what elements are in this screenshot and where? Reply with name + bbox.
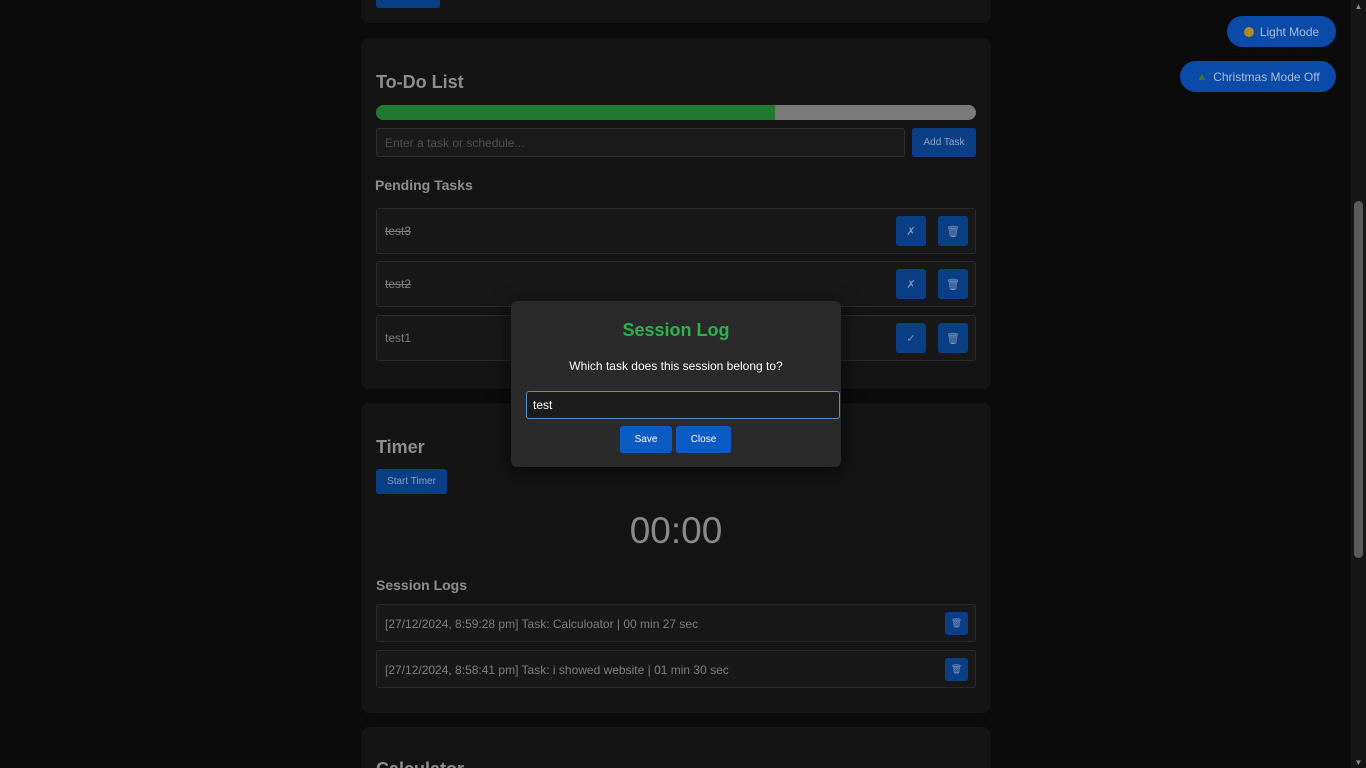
timer-title: Timer	[376, 437, 425, 457]
scroll-up-arrow-icon[interactable]: ▲	[1351, 0, 1366, 12]
calculator-title: Calculator	[376, 759, 464, 768]
session-log-text: [27/12/2024, 8:58:41 pm] Task: i showed …	[385, 663, 729, 677]
task-text: test3	[385, 224, 412, 238]
start-timer-button[interactable]: Start Timer	[376, 469, 447, 494]
scroll-down-arrow-icon[interactable]: ▼	[1351, 756, 1366, 768]
task-toggle-button[interactable]: ✓	[896, 323, 926, 353]
session-log-delete-button[interactable]: 🗑	[945, 612, 968, 635]
session-log-row: [27/12/2024, 8:59:28 pm] Task: Calculoat…	[376, 604, 976, 642]
calculator-card: Calculator	[361, 727, 991, 768]
task-text: test1	[385, 331, 412, 345]
previous-section-card	[361, 0, 991, 23]
christmas-mode-label: Christmas Mode Off	[1213, 69, 1320, 84]
task-row: test3 ✗ 🗑	[376, 208, 976, 254]
task-toggle-button[interactable]: ✗	[896, 269, 926, 299]
timer-display: 00:00	[629, 510, 723, 551]
session-log-delete-button[interactable]: 🗑	[945, 658, 968, 681]
task-delete-button[interactable]: 🗑	[938, 216, 968, 246]
task-delete-button[interactable]: 🗑	[938, 323, 968, 353]
christmas-mode-toggle[interactable]: ▲ Christmas Mode Off	[1180, 61, 1336, 92]
todo-progress-bar	[376, 105, 976, 120]
todo-progress-fill	[376, 105, 775, 120]
page-scrollbar[interactable]: ▲ ▼	[1351, 0, 1366, 768]
scroll-thumb[interactable]	[1354, 201, 1363, 558]
task-text: test2	[385, 277, 412, 291]
task-delete-button[interactable]: 🗑	[938, 269, 968, 299]
session-logs-heading: Session Logs	[376, 577, 468, 593]
christmas-tree-icon: ▲	[1196, 70, 1208, 83]
modal-question: Which task does this session belong to?	[569, 359, 783, 373]
light-mode-label: Light Mode	[1259, 24, 1320, 39]
todo-title: To-Do List	[376, 72, 464, 92]
session-task-input[interactable]	[526, 391, 840, 419]
task-toggle-button[interactable]: ✗	[896, 216, 926, 246]
save-button[interactable]: Save	[620, 426, 672, 453]
close-button[interactable]: Close	[676, 426, 731, 453]
previous-section-button[interactable]	[376, 0, 440, 8]
sun-icon	[1243, 26, 1254, 37]
session-log-text: [27/12/2024, 8:59:28 pm] Task: Calculoat…	[385, 617, 699, 631]
light-mode-toggle[interactable]: Light Mode	[1227, 16, 1336, 47]
modal-title: Session Log	[622, 320, 730, 340]
session-log-modal: Session Log Which task does this session…	[511, 301, 841, 467]
session-log-row: [27/12/2024, 8:58:41 pm] Task: i showed …	[376, 650, 976, 688]
pending-tasks-heading: Pending Tasks	[375, 177, 473, 193]
task-input[interactable]	[376, 128, 905, 157]
add-task-button[interactable]: Add Task	[912, 128, 976, 157]
